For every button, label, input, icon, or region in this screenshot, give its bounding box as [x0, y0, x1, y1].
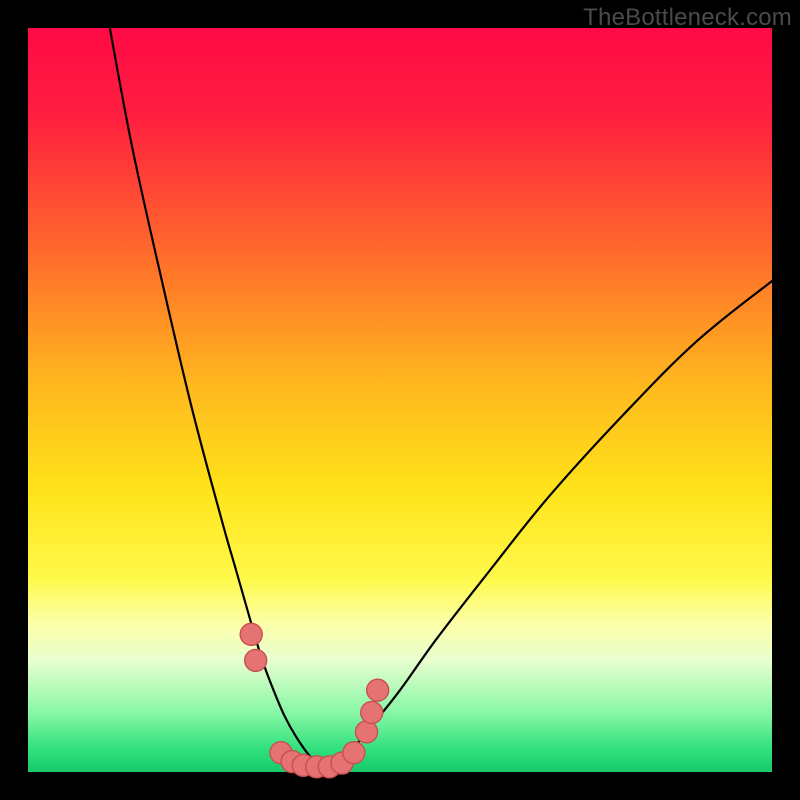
- data-marker: [367, 679, 389, 701]
- data-marker: [245, 649, 267, 671]
- watermark-text: TheBottleneck.com: [583, 4, 792, 32]
- chart-frame: TheBottleneck.com: [0, 0, 800, 800]
- plot-area: [28, 28, 772, 772]
- data-marker: [240, 623, 262, 645]
- data-marker: [356, 721, 378, 743]
- data-marker: [343, 742, 365, 764]
- curve-left-curve: [110, 28, 326, 768]
- curves-layer: [28, 28, 772, 772]
- data-marker: [361, 701, 383, 723]
- curve-right-curve: [326, 281, 772, 768]
